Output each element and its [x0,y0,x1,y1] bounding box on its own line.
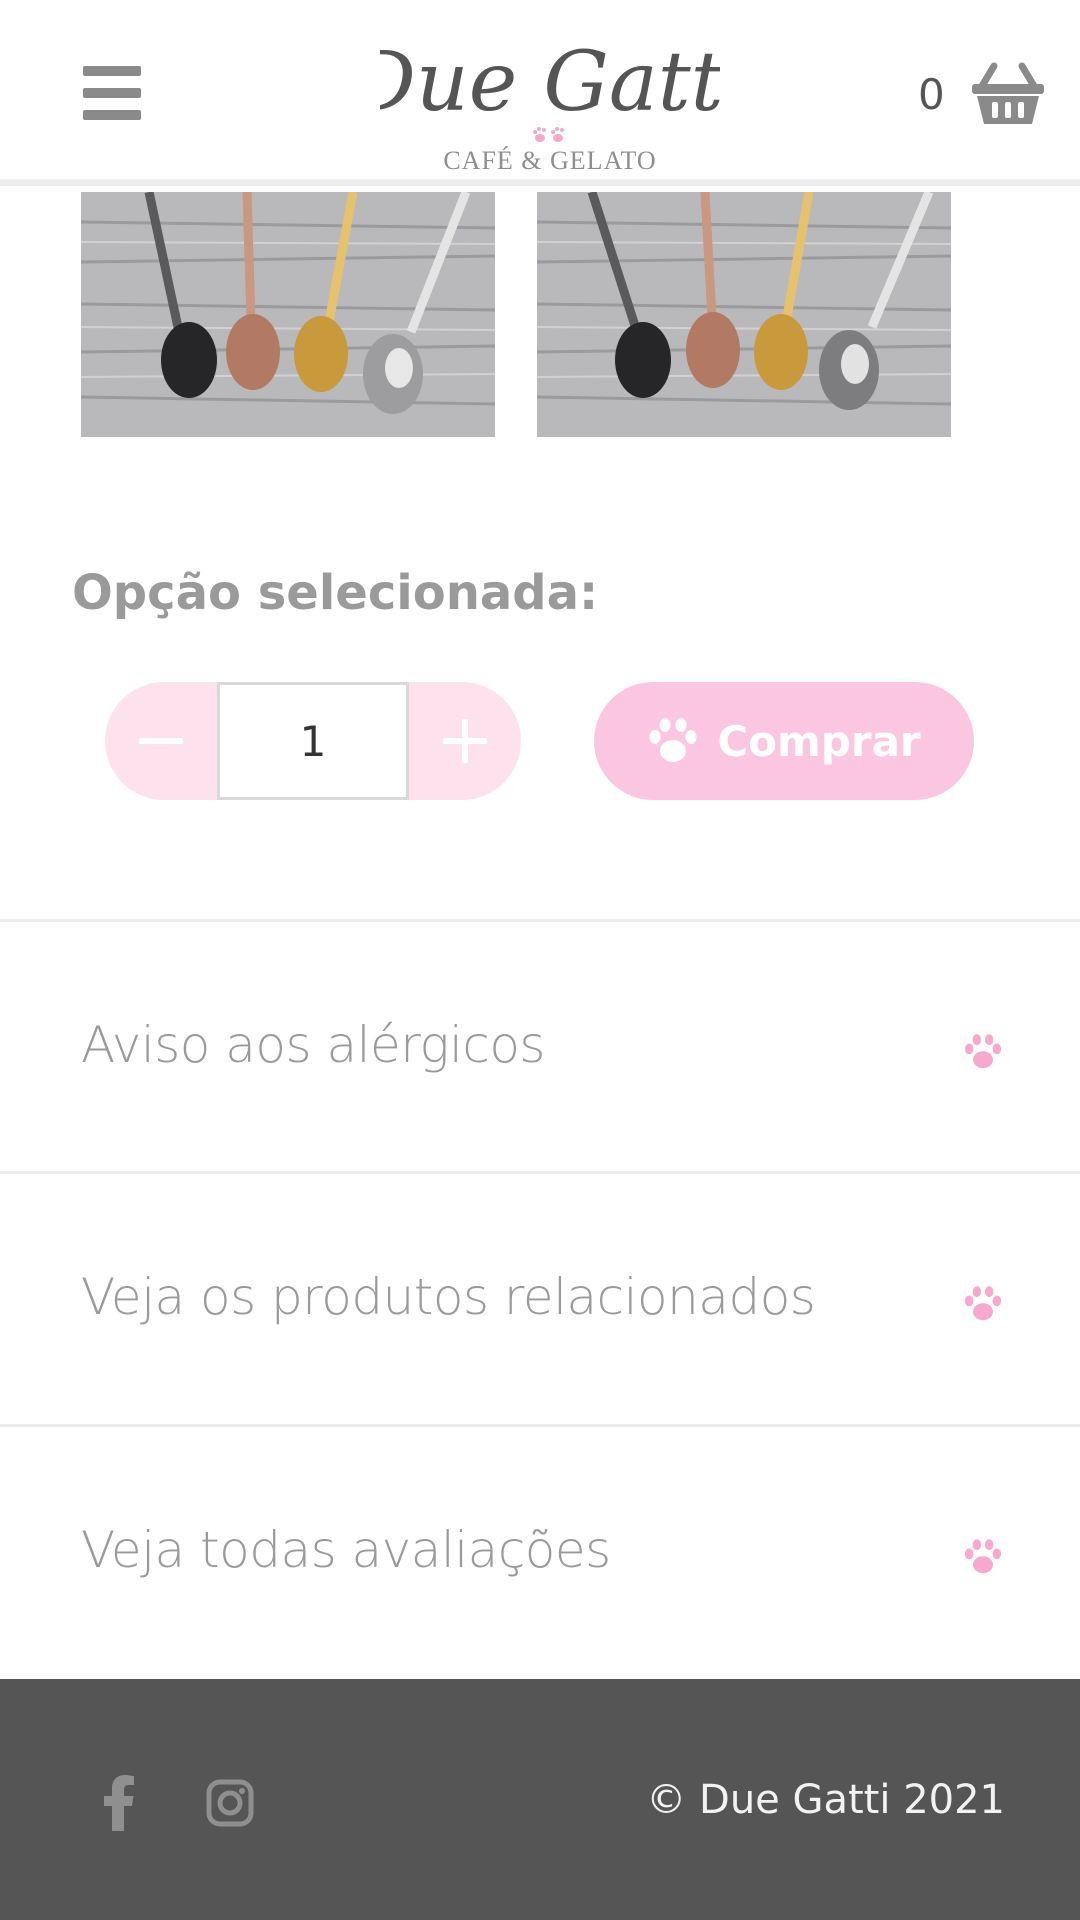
product-image-1[interactable] [81,192,495,437]
paw-icon [649,718,697,762]
plus-icon [443,719,487,763]
minus-icon [139,738,183,744]
svg-text:Due Gatti: Due Gatti [380,35,720,130]
accordion-title: Aviso aos alérgicos [81,1016,545,1074]
logo-subtitle: CAFÉ & GELATO [443,146,657,175]
accordion-allergy-warning[interactable]: Aviso aos alérgicos [0,919,1080,1171]
accordion-title: Veja os produtos relacionados [81,1268,816,1326]
accordion-related-products[interactable]: Veja os produtos relacionados [0,1171,1080,1423]
facebook-icon[interactable] [100,1775,136,1831]
decrease-quantity-button[interactable] [105,682,217,800]
cart-button[interactable]: 0 [918,62,1048,132]
instagram-icon[interactable] [206,1779,254,1827]
copyright-text: © Due Gatti 2021 [646,1777,1005,1823]
cart-count: 0 [918,70,945,119]
site-header: Due Gatti CAFÉ & GELATO 0 [0,0,1080,186]
basket-icon [972,62,1044,124]
paw-icon [964,1286,1002,1321]
buy-button[interactable]: Comprar [594,682,974,800]
site-footer: © Due Gatti 2021 [0,1679,1080,1920]
accordion-title: Veja todas avaliações [81,1521,611,1579]
site-logo[interactable]: Due Gatti CAFÉ & GELATO [380,14,720,175]
paw-icon [964,1034,1002,1069]
logo-paws-icon [533,127,564,142]
increase-quantity-button[interactable] [409,682,521,800]
selected-option-label: Opção selecionada: [72,565,599,621]
spoons-photo [537,192,951,437]
accordion-all-reviews[interactable]: Veja todas avaliações [0,1424,1080,1676]
spoons-photo [81,192,495,437]
quantity-input[interactable] [217,682,409,800]
paw-icon [964,1539,1002,1574]
hamburger-menu-icon[interactable] [83,66,141,120]
buy-button-label: Comprar [717,716,921,766]
quantity-stepper [105,682,521,800]
product-image-2[interactable] [537,192,951,437]
logo-script-graphic: Due Gatti [380,35,720,130]
